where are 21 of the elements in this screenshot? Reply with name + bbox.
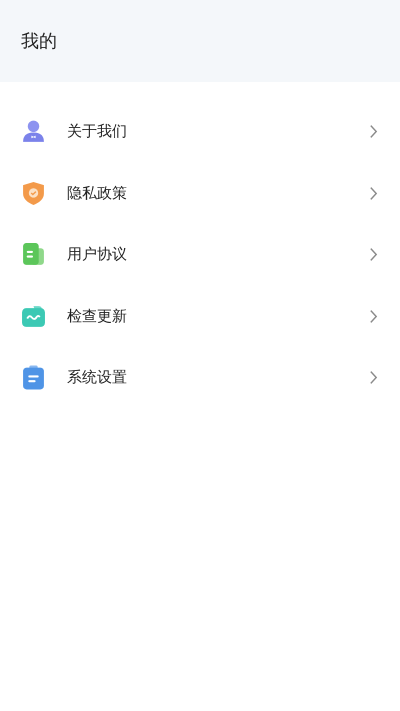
- chevron-right-icon: [369, 247, 378, 262]
- chevron-right-icon: [369, 124, 378, 140]
- menu-item[interactable]: 用户协议: [0, 224, 400, 286]
- menu-item[interactable]: 检查更新: [0, 286, 400, 347]
- menu-item[interactable]: 隐私政策: [0, 162, 400, 224]
- chevron-right-icon: [369, 370, 378, 386]
- page-title: 我的: [21, 30, 57, 53]
- chevron-right-icon: [369, 186, 378, 201]
- menu-label: 检查更新: [67, 306, 128, 326]
- chevron-right-icon: [369, 308, 378, 324]
- shield-check-icon: [21, 180, 46, 206]
- clipboard-icon: [21, 365, 46, 390]
- chart-wave-icon: [21, 304, 46, 329]
- menu-label: 用户协议: [67, 245, 128, 264]
- menu-label: 系统设置: [67, 368, 128, 388]
- menu-label: 关于我们: [67, 122, 128, 142]
- menu-item[interactable]: 系统设置: [0, 347, 400, 408]
- person-icon: [21, 119, 46, 144]
- menu-label: 隐私政策: [67, 184, 128, 203]
- document-icon: [21, 242, 46, 268]
- menu-item[interactable]: 关于我们: [0, 101, 400, 162]
